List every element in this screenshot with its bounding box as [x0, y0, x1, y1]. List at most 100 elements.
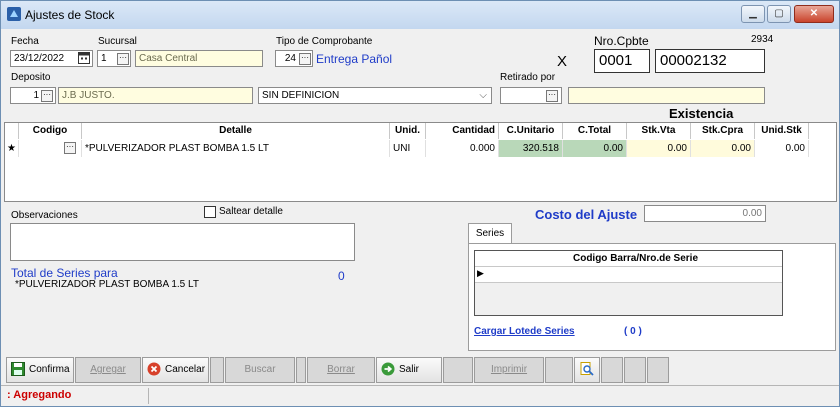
cargar-lote-series-link[interactable]: Cargar Lotede Series — [474, 326, 575, 337]
tab-series[interactable]: Series — [468, 223, 512, 244]
grid-header-codigo: Codigo — [19, 123, 82, 139]
saltear-detalle-label: Saltear detalle — [219, 206, 283, 217]
confirma-button[interactable]: Confirma — [6, 357, 74, 383]
total-series-count: 0 — [338, 269, 345, 283]
agregar-button[interactable]: Agregar — [75, 357, 141, 383]
borrar-label: Borrar — [327, 364, 355, 375]
buscar-button[interactable]: Buscar — [225, 357, 295, 383]
cargar-lote-series-count: ( 0 ) — [624, 326, 642, 337]
series-panel: Codigo Barra/Nro.de Serie ▶ Cargar Loted… — [468, 243, 836, 351]
close-icon: ✕ — [809, 8, 819, 19]
saltear-detalle-checkbox[interactable] — [204, 206, 216, 218]
toolbar-spacer-2 — [296, 357, 306, 383]
nro-numero-field[interactable]: 00002132 — [655, 49, 765, 73]
grid-header-unid: Unid. — [390, 123, 426, 139]
series-grid-header: Codigo Barra/Nro.de Serie — [475, 251, 782, 267]
nro-numero-value: 00002132 — [660, 52, 727, 69]
toolbar-spacer-1 — [210, 357, 224, 383]
ajustes-stock-window: Ajustes de Stock ▁ ▢ ✕ Fecha 23/12/2022 … — [0, 0, 840, 407]
row-c-unitario[interactable]: 320.518 — [499, 140, 563, 157]
costo-ajuste-field: 0.00 — [644, 205, 766, 222]
tipo-lookup-button[interactable]: ··· — [299, 53, 311, 65]
row-marker: ★ — [5, 140, 19, 157]
retirado-name-field — [568, 87, 765, 104]
grid-header-detalle: Detalle — [82, 123, 390, 139]
borrar-button[interactable]: Borrar — [307, 357, 375, 383]
cancelar-button[interactable]: Cancelar — [142, 357, 209, 383]
status-divider — [148, 388, 149, 404]
retirado-label: Retirado por — [500, 72, 556, 83]
row-stk-vta: 0.00 — [627, 140, 691, 157]
sucursal-label: Sucursal — [98, 36, 137, 47]
agregar-label: Agregar — [90, 364, 126, 375]
total-series-item: *PULVERIZADOR PLAST BOMBA 1.5 LT — [15, 279, 199, 290]
row-stk-cpra: 0.00 — [691, 140, 755, 157]
total-series-label: Total de Series para — [11, 266, 118, 280]
chevron-down-icon: ⌵ — [479, 90, 487, 101]
sucursal-lookup-button[interactable]: ··· — [117, 53, 129, 65]
preview-button[interactable] — [574, 357, 600, 383]
maximize-icon: ▢ — [774, 8, 784, 19]
existencia-label: Existencia — [669, 106, 734, 121]
app-icon — [7, 7, 21, 21]
salir-label: Salir — [399, 364, 420, 375]
row-unid[interactable]: UNI — [390, 140, 426, 157]
preview-icon — [580, 362, 594, 376]
grid-header-stk-vta: Stk.Vta — [627, 123, 691, 139]
letra-label: X — [557, 53, 568, 70]
imprimir-label: Imprimir — [490, 364, 528, 375]
confirma-label: Confirma — [29, 364, 70, 375]
window-title: Ajustes de Stock — [25, 8, 115, 22]
fecha-label: Fecha — [11, 36, 39, 47]
row-unid-stk: 0.00 — [755, 140, 809, 157]
toolbar-spacer-7 — [647, 357, 669, 383]
status-text: : Agregando — [7, 389, 72, 401]
costo-ajuste-label: Costo del Ajuste — [535, 207, 638, 222]
deposito-code-value: 1 — [33, 90, 39, 101]
retirado-lookup-button[interactable]: ··· — [546, 90, 558, 102]
grid-header-unid-stk: Unid.Stk — [755, 123, 809, 139]
close-button[interactable]: ✕ — [794, 5, 834, 23]
items-grid[interactable]: Codigo Detalle Unid. Cantidad C.Unitario… — [4, 122, 837, 202]
row-pointer-icon: ▶ — [477, 268, 484, 278]
toolbar: Confirma Agregar Cancelar Buscar Borrar … — [1, 354, 839, 384]
grid-header-c-unitario: C.Unitario — [499, 123, 563, 139]
nro-punto-field[interactable]: 0001 — [594, 49, 650, 73]
nro-punto-value: 0001 — [599, 52, 633, 69]
grid-header-marker — [5, 123, 19, 139]
row-detalle[interactable]: *PULVERIZADOR PLAST BOMBA 1.5 LT — [82, 140, 390, 157]
minimize-button[interactable]: ▁ — [741, 5, 765, 23]
sucursal-name-field: Casa Central — [135, 50, 263, 67]
deposito-lookup-button[interactable]: ··· — [41, 90, 53, 102]
costo-ajuste-value: 0.00 — [742, 208, 762, 219]
observaciones-field[interactable] — [10, 223, 355, 261]
codigo-lookup-button[interactable]: ··· — [64, 142, 76, 154]
save-icon — [11, 362, 25, 377]
nro-cpbte-label: Nro.Cpbte — [594, 34, 649, 48]
toolbar-spacer-5 — [601, 357, 623, 383]
sucursal-name-value: Casa Central — [139, 53, 198, 64]
tipo-comprobante-label: Tipo de Comprobante — [276, 36, 373, 47]
maximize-button[interactable]: ▢ — [767, 5, 791, 23]
deposito-name-value: J.B JUSTO. — [62, 90, 115, 101]
series-grid[interactable]: Codigo Barra/Nro.de Serie ▶ — [474, 250, 783, 316]
imprimir-button[interactable]: Imprimir — [474, 357, 544, 383]
minimize-icon: ▁ — [749, 8, 757, 19]
tab-series-label: Series — [475, 228, 505, 239]
fecha-value: 23/12/2022 — [14, 53, 65, 64]
calendar-icon[interactable] — [78, 52, 90, 64]
buscar-label: Buscar — [244, 364, 276, 375]
grid-header-c-total: C.Total — [563, 123, 627, 139]
grid-header-stk-cpra: Stk.Cpra — [691, 123, 755, 139]
sucursal-code-value: 1 — [101, 53, 107, 64]
definicion-select[interactable]: SIN DEFINICION ⌵ — [258, 87, 492, 104]
deposito-label: Deposito — [11, 72, 51, 83]
table-row[interactable]: ▶ — [475, 267, 782, 283]
tipo-code-value: 24 — [284, 53, 296, 64]
salir-button[interactable]: Salir — [376, 357, 442, 383]
exit-icon — [381, 362, 395, 376]
row-cantidad[interactable]: 0.000 — [426, 140, 499, 157]
row-codigo[interactable]: ··· — [19, 140, 82, 157]
observaciones-label: Observaciones — [11, 210, 78, 221]
cancelar-label: Cancelar — [165, 364, 206, 375]
